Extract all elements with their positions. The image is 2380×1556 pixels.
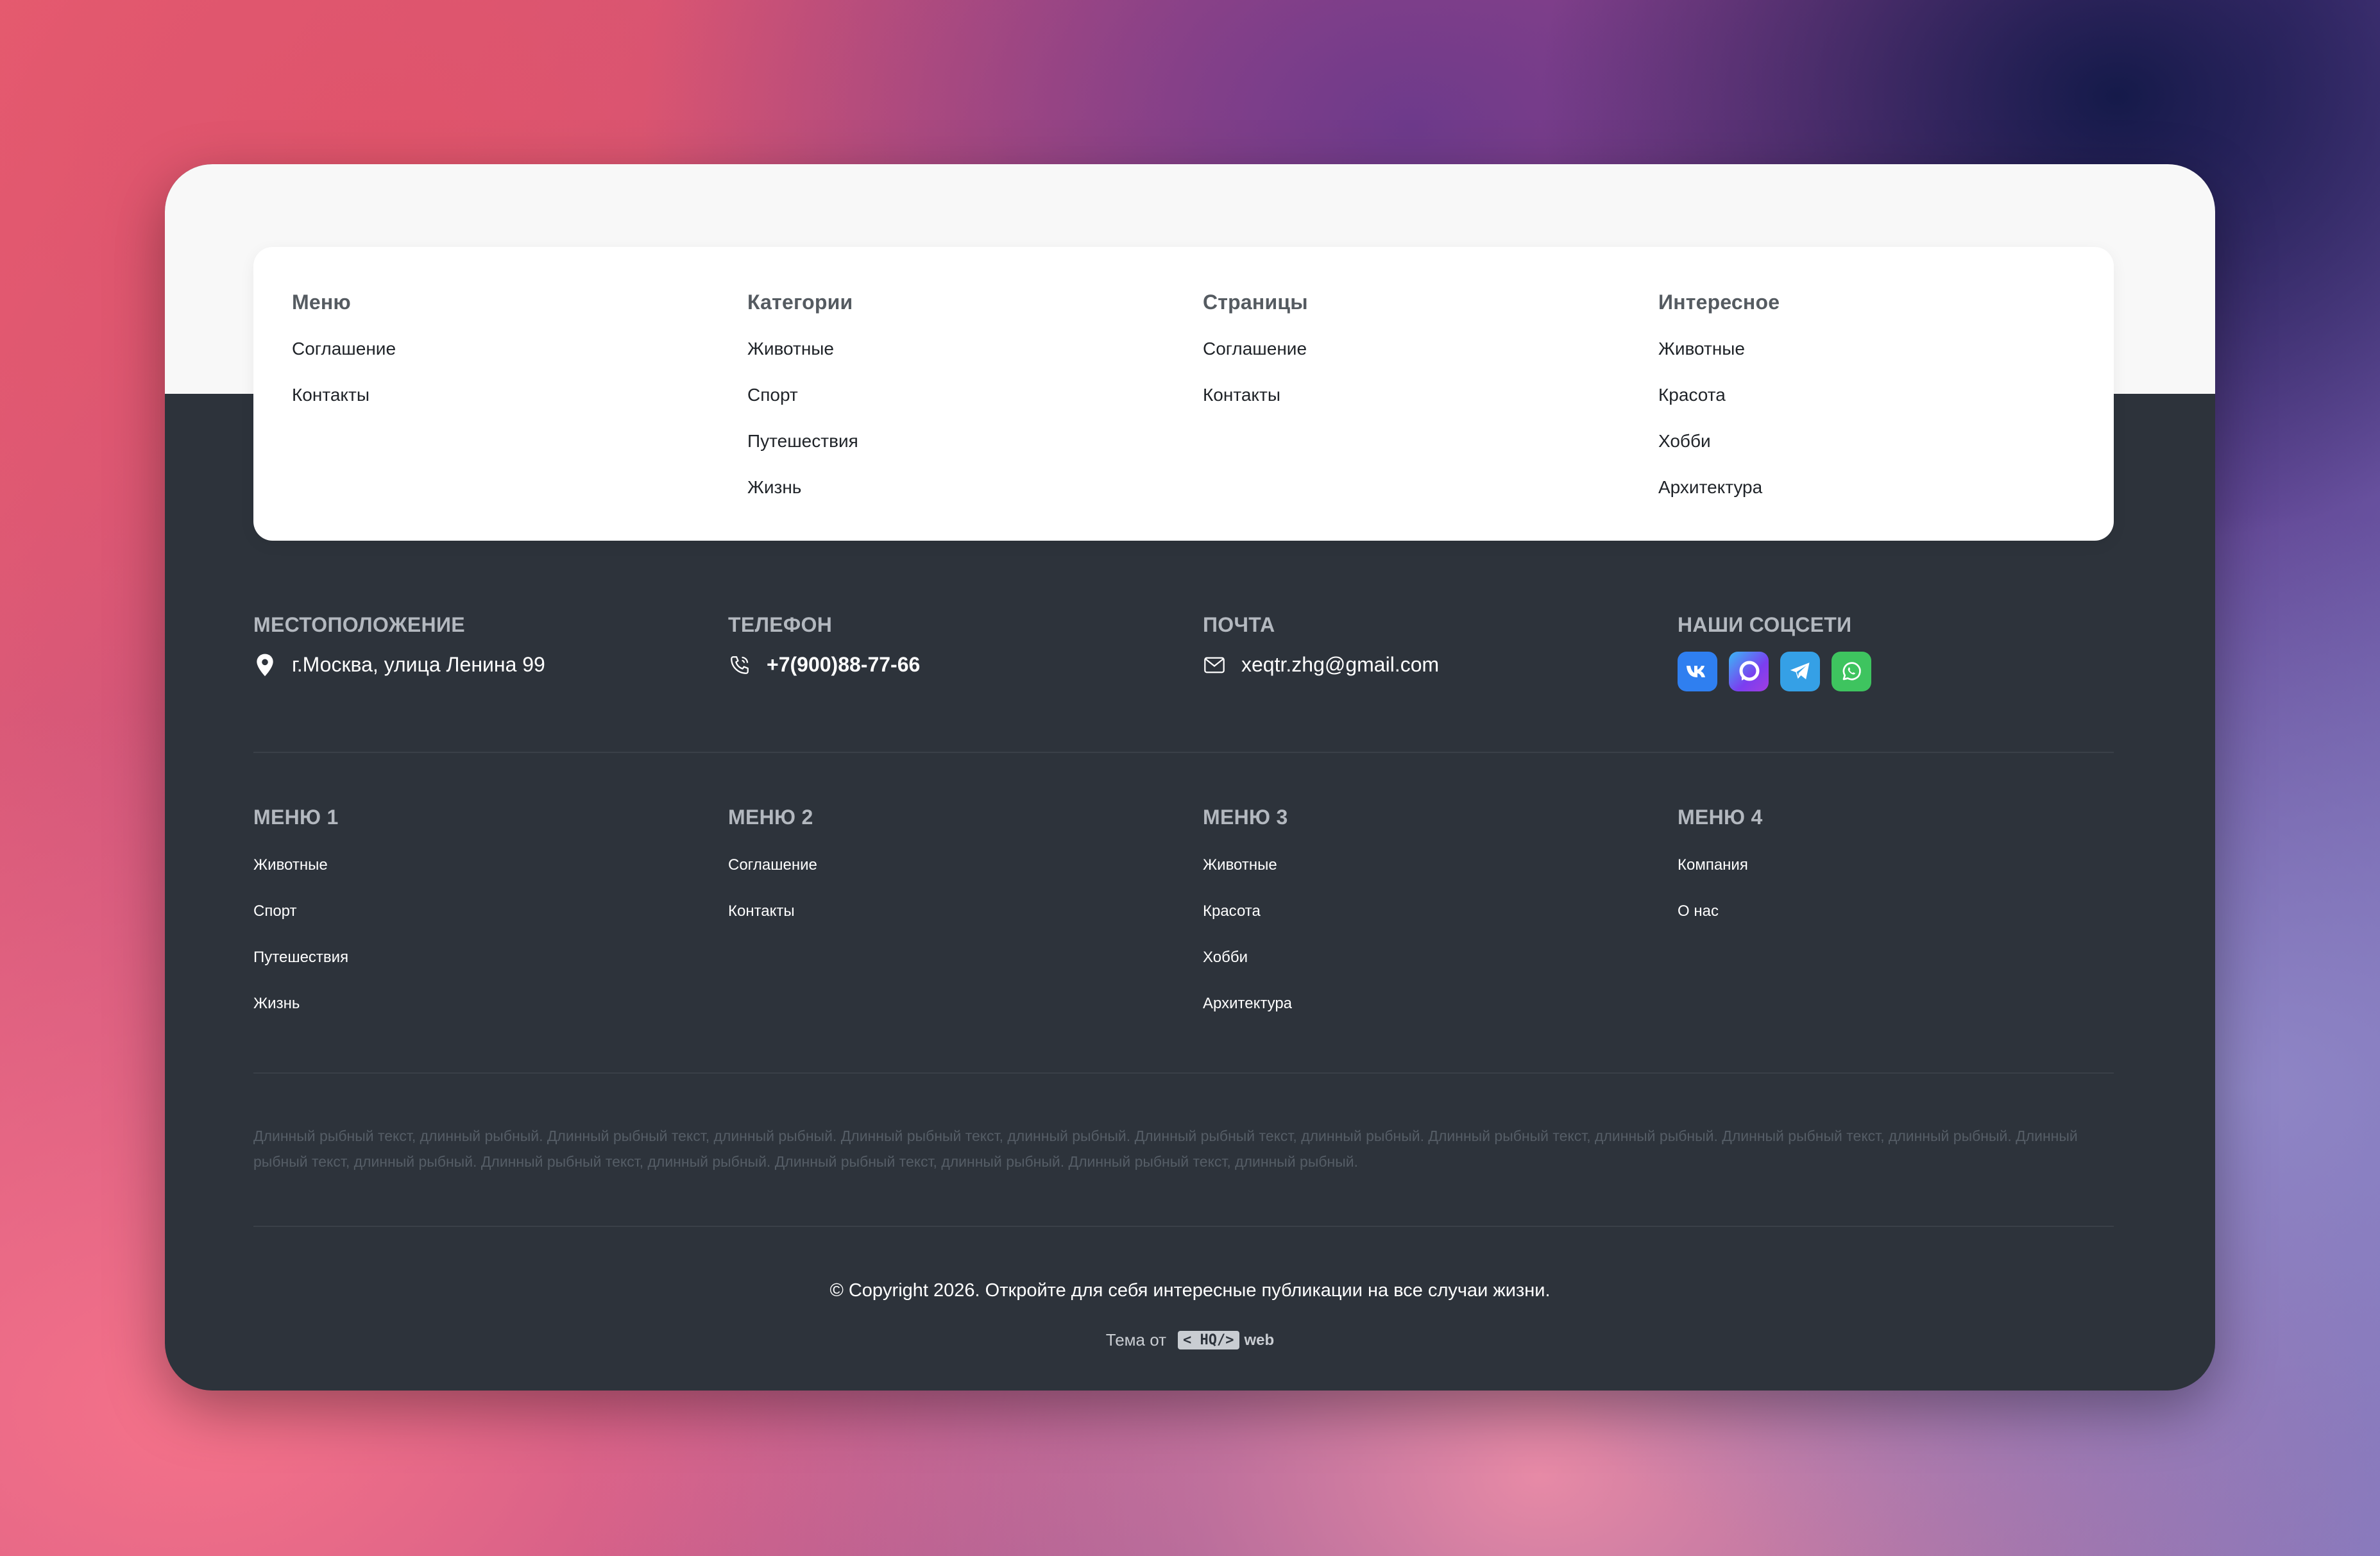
menu-link-beauty[interactable]: Красота: [1658, 384, 1780, 430]
contacts-row: МЕСТОПОЛОЖЕНИЕ г.Москва, улица Ленина 99…: [253, 613, 2114, 691]
copyright-text: © Copyright 2026. Откройте для себя инте…: [829, 1280, 1551, 1301]
footer-menu-4: МЕНЮ 4 Компания О нас: [1678, 806, 1763, 948]
logo-box: < HQ/>: [1178, 1331, 1239, 1349]
footer-link-beauty[interactable]: Красота: [1203, 902, 1292, 948]
contact-socials: НАШИ СОЦСЕТИ: [1678, 613, 1883, 691]
location-value: г.Москва, улица Ленина 99: [292, 653, 545, 676]
theme-prefix: Тема от: [1105, 1330, 1167, 1349]
menu-link-contacts[interactable]: Контакты: [1203, 384, 1308, 430]
contact-email: ПОЧТА xeqtr.zhg@gmail.com: [1203, 613, 1439, 677]
menu-link-animals[interactable]: Животные: [1658, 337, 1780, 384]
menu-column-title: Страницы: [1203, 291, 1308, 314]
menu-column-title: Интересное: [1658, 291, 1780, 314]
divider: [253, 752, 2114, 753]
menu-link-animals[interactable]: Животные: [747, 337, 858, 384]
footer-menu-1: МЕНЮ 1 Животные Спорт Путешествия Жизнь: [253, 806, 348, 1040]
footer-link-about[interactable]: О нас: [1678, 902, 1763, 948]
footer-link-life[interactable]: Жизнь: [253, 994, 348, 1040]
footer-link-travel[interactable]: Путешествия: [253, 948, 348, 994]
phone-icon: [728, 654, 751, 677]
divider: [253, 1226, 2114, 1227]
whatsapp-icon[interactable]: [1832, 652, 1871, 691]
contact-label: НАШИ СОЦСЕТИ: [1678, 613, 1852, 636]
logo-suffix: web: [1244, 1331, 1275, 1349]
footer-menus: МЕНЮ 1 Животные Спорт Путешествия Жизнь …: [253, 806, 2114, 1062]
location-pin-icon: [253, 654, 276, 677]
contact-label: ТЕЛЕФОН: [728, 613, 833, 636]
footer-link-animals[interactable]: Животные: [1203, 856, 1292, 902]
contact-phone: ТЕЛЕФОН +7(900)88-77-66: [728, 613, 920, 677]
footer-link-contacts[interactable]: Контакты: [728, 902, 817, 948]
menu-link-agreement[interactable]: Соглашение: [1203, 337, 1308, 384]
footer-link-animals[interactable]: Животные: [253, 856, 348, 902]
footer-link-hobby[interactable]: Хобби: [1203, 948, 1292, 994]
menu-column-pages: Страницы Соглашение Контакты: [1203, 291, 1308, 430]
menu-column-menu: Меню Соглашение Контакты: [292, 291, 396, 430]
contact-label: ПОЧТА: [1203, 613, 1275, 636]
placeholder-paragraph: Длинный рыбный текст, длинный рыбный. Дл…: [253, 1128, 2078, 1170]
menu-column-categories: Категории Животные Спорт Путешествия Жиз…: [747, 291, 858, 522]
menu-link-travel[interactable]: Путешествия: [747, 430, 858, 476]
menu-column-interesting: Интересное Животные Красота Хобби Архите…: [1658, 291, 1780, 522]
mail-icon: [1203, 654, 1226, 677]
footer-link-sport[interactable]: Спорт: [253, 902, 348, 948]
footer-link-agreement[interactable]: Соглашение: [728, 856, 817, 902]
hq-web-logo[interactable]: < HQ/> web: [1178, 1331, 1274, 1349]
footer-link-company[interactable]: Компания: [1678, 856, 1763, 902]
footer-menu-title: МЕНЮ 1: [253, 806, 339, 829]
phone-link[interactable]: +7(900)88-77-66: [767, 653, 920, 677]
contact-location: МЕСТОПОЛОЖЕНИЕ г.Москва, улица Ленина 99: [253, 613, 545, 677]
theme-credit: Тема от < HQ/> web: [165, 1330, 2215, 1350]
max-messenger-icon[interactable]: [1729, 652, 1769, 691]
menu-column-title: Меню: [292, 291, 351, 314]
menu-column-title: Категории: [747, 291, 853, 314]
contact-label: МЕСТОПОЛОЖЕНИЕ: [253, 613, 465, 636]
footer-card: Меню Соглашение Контакты Категории Живот…: [165, 164, 2215, 1391]
footer-menu-title: МЕНЮ 2: [728, 806, 813, 829]
vk-icon[interactable]: [1678, 652, 1717, 691]
footer-menu-2: МЕНЮ 2 Соглашение Контакты: [728, 806, 817, 948]
footer-menu-title: МЕНЮ 4: [1678, 806, 1763, 829]
menu-link-hobby[interactable]: Хобби: [1658, 430, 1780, 476]
menu-link-sport[interactable]: Спорт: [747, 384, 858, 430]
footer-menu-3: МЕНЮ 3 Животные Красота Хобби Архитектур…: [1203, 806, 1292, 1040]
menu-panel: Меню Соглашение Контакты Категории Живот…: [253, 247, 2114, 541]
menu-link-agreement[interactable]: Соглашение: [292, 337, 396, 384]
menu-link-contacts[interactable]: Контакты: [292, 384, 396, 430]
menu-link-life[interactable]: Жизнь: [747, 476, 858, 522]
footer-link-architecture[interactable]: Архитектура: [1203, 994, 1292, 1040]
divider: [253, 1072, 2114, 1074]
menu-link-architecture[interactable]: Архитектура: [1658, 476, 1780, 522]
footer-menu-title: МЕНЮ 3: [1203, 806, 1288, 829]
telegram-icon[interactable]: [1780, 652, 1820, 691]
email-link[interactable]: xeqtr.zhg@gmail.com: [1241, 653, 1439, 677]
